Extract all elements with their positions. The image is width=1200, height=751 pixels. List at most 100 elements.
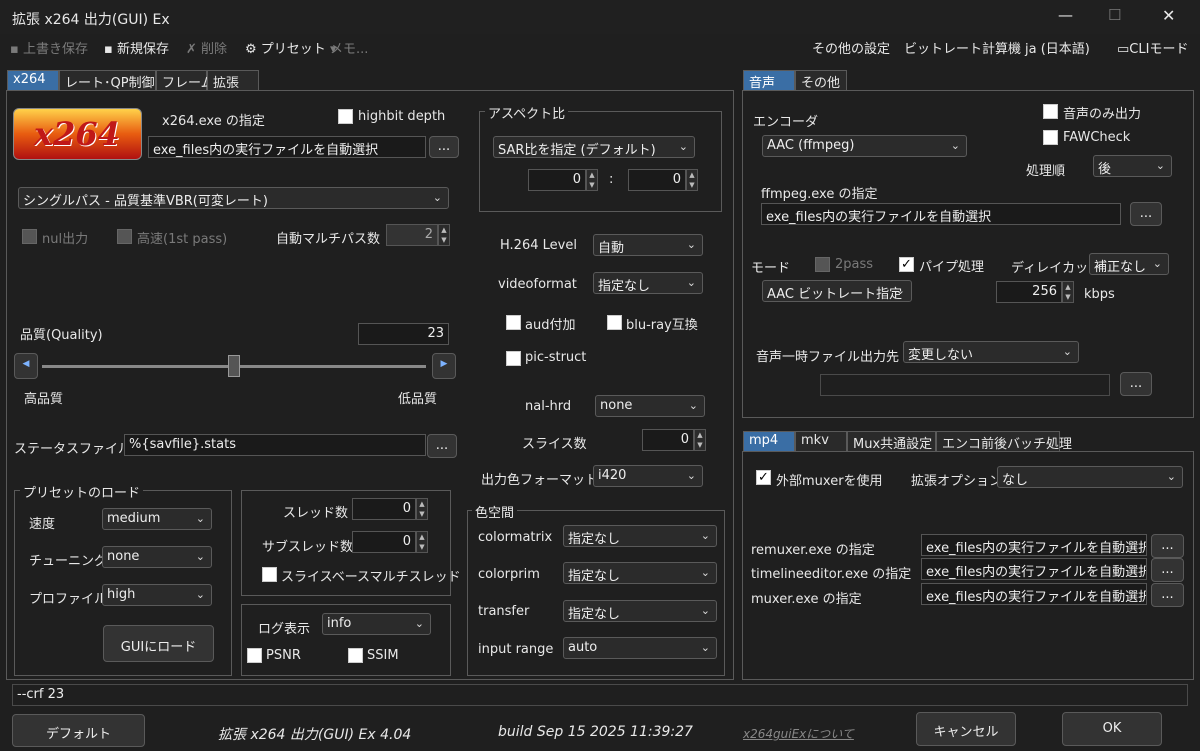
- colormatrix-select[interactable]: 指定なし ⌄: [563, 525, 717, 547]
- psnr-checkbox[interactable]: [247, 648, 262, 663]
- remuxer-input[interactable]: exe_files内の実行ファイルを自動選択: [921, 534, 1147, 556]
- aac-mode-select[interactable]: AAC ビットレート指定 ⌄: [762, 280, 912, 302]
- nal-hrd-select[interactable]: none ⌄: [595, 395, 705, 417]
- other-settings-button[interactable]: その他の設定: [812, 38, 890, 57]
- x264-exe-input[interactable]: exe_files内の実行ファイルを自動選択: [148, 136, 426, 158]
- x264-browse-button[interactable]: ...: [429, 136, 459, 158]
- fast-first-pass-checkbox[interactable]: [117, 229, 132, 244]
- highbit-depth-checkbox[interactable]: [338, 109, 353, 124]
- sar-y-spinner[interactable]: ▲ ▼: [686, 169, 698, 191]
- command-line-preview[interactable]: --crf 23: [12, 684, 1188, 706]
- preset-button[interactable]: ⚙ プリセット ▾: [245, 38, 336, 57]
- minimize-icon[interactable]: —: [1058, 6, 1073, 24]
- cli-mode-button[interactable]: ▭CLIモード: [1117, 38, 1188, 57]
- encode-mode-select[interactable]: シングルパス - 品質基準VBR(可変レート) ⌄: [18, 187, 449, 209]
- pipe-checkbox[interactable]: ✓: [899, 257, 914, 272]
- timeline-input[interactable]: exe_files内の実行ファイルを自動選択: [921, 558, 1147, 580]
- ffmpeg-input[interactable]: exe_files内の実行ファイルを自動選択: [761, 203, 1121, 225]
- load-gui-button[interactable]: GUIにロード: [103, 625, 214, 662]
- muxer-input[interactable]: exe_files内の実行ファイルを自動選択: [921, 583, 1147, 605]
- bitrate-spinner[interactable]: ▲ ▼: [1062, 281, 1074, 303]
- slice-threads-checkbox[interactable]: [262, 567, 277, 582]
- encoder-select[interactable]: AAC (ffmpeg) ⌄: [762, 135, 967, 157]
- level-select[interactable]: 自動 ⌄: [593, 234, 703, 256]
- tab-batch[interactable]: エンコ前後バッチ処理: [936, 431, 1072, 452]
- transfer-select[interactable]: 指定なし ⌄: [563, 600, 717, 622]
- bitrate-calc-button[interactable]: ビットレート計算機: [904, 38, 1021, 57]
- status-file-browse-button[interactable]: ...: [427, 434, 457, 458]
- pic-struct-checkbox[interactable]: [506, 351, 521, 366]
- ok-button[interactable]: OK: [1062, 712, 1162, 746]
- close-icon[interactable]: ✕: [1162, 6, 1175, 25]
- temp-path-input[interactable]: [820, 374, 1110, 396]
- temp-output-select[interactable]: 変更しない ⌄: [903, 341, 1079, 363]
- external-muxer-checkbox[interactable]: ✓: [756, 470, 771, 485]
- auto-multipass-spinner[interactable]: ▲ ▼: [438, 224, 450, 246]
- tab-audio[interactable]: 音声: [743, 70, 795, 91]
- cancel-button[interactable]: キャンセル: [916, 712, 1016, 746]
- tuning-select[interactable]: none ⌄: [102, 546, 212, 568]
- overwrite-save-button[interactable]: ▪ 上書き保存: [10, 38, 88, 57]
- about-link[interactable]: x264guiExについて: [743, 725, 854, 742]
- profile-select[interactable]: high ⌄: [102, 584, 212, 606]
- quality-input[interactable]: 23: [358, 323, 449, 345]
- tab-other[interactable]: その他: [795, 70, 847, 91]
- subthreads-spinner[interactable]: ▲ ▼: [416, 531, 428, 553]
- sar-x-spinner[interactable]: ▲ ▼: [586, 169, 598, 191]
- aud-checkbox[interactable]: [506, 315, 521, 330]
- order-select[interactable]: 後 ⌄: [1093, 155, 1172, 177]
- chevron-down-icon: ⌄: [1155, 159, 1165, 172]
- log-select[interactable]: info ⌄: [322, 613, 431, 635]
- tab-mp4[interactable]: mp4: [743, 431, 795, 452]
- tab-rate-qp[interactable]: レート･QP制御: [59, 70, 156, 91]
- language-button[interactable]: ja (日本語): [1025, 38, 1090, 57]
- subthreads-input[interactable]: 0: [352, 531, 416, 553]
- audio-only-checkbox[interactable]: [1043, 104, 1058, 119]
- chevron-down-icon: ⌄: [686, 276, 696, 289]
- colorprim-select[interactable]: 指定なし ⌄: [563, 562, 717, 584]
- memo-button[interactable]: メモ...: [330, 38, 368, 57]
- ext-option-select[interactable]: なし ⌄: [997, 466, 1183, 488]
- new-save-button[interactable]: ▪ 新規保存: [104, 38, 169, 57]
- sar-x-input[interactable]: 0: [528, 169, 586, 191]
- sar-y-input[interactable]: 0: [628, 169, 686, 191]
- speed-select[interactable]: medium ⌄: [102, 508, 212, 530]
- temp-path-browse-button[interactable]: ...: [1120, 372, 1152, 396]
- bitrate-input[interactable]: 256: [996, 281, 1062, 303]
- nul-output-checkbox[interactable]: [22, 229, 37, 244]
- fawcheck-checkbox[interactable]: [1043, 130, 1058, 145]
- twopass-checkbox[interactable]: [815, 257, 830, 272]
- sar-mode-select[interactable]: SAR比を指定 (デフォルト) ⌄: [493, 136, 695, 158]
- ffmpeg-browse-button[interactable]: ...: [1130, 202, 1162, 226]
- tab-mux-common[interactable]: Mux共通設定: [847, 431, 936, 452]
- ssim-checkbox[interactable]: [348, 648, 363, 663]
- tab-mkv[interactable]: mkv: [795, 431, 847, 452]
- terminal-icon: ▭: [1117, 42, 1130, 57]
- slices-input[interactable]: 0: [642, 429, 694, 451]
- title-bar: 拡張 x264 出力(GUI) Ex — ☐ ✕: [0, 0, 1200, 34]
- default-button[interactable]: デフォルト: [12, 714, 145, 747]
- auto-multipass-input[interactable]: 2: [386, 224, 438, 246]
- videoformat-select[interactable]: 指定なし ⌄: [593, 272, 703, 294]
- input-range-select[interactable]: auto ⌄: [563, 637, 717, 659]
- bluray-checkbox[interactable]: [607, 315, 622, 330]
- output-color-label: 出力色フォーマット: [481, 473, 599, 488]
- muxer-browse-button[interactable]: ...: [1151, 583, 1184, 607]
- threads-spinner[interactable]: ▲ ▼: [416, 498, 428, 520]
- maximize-icon[interactable]: ☐: [1108, 6, 1121, 24]
- tab-x264[interactable]: x264: [7, 70, 59, 91]
- slices-spinner[interactable]: ▲ ▼: [694, 429, 706, 451]
- tab-extension[interactable]: 拡張: [207, 70, 259, 91]
- delete-button[interactable]: ✗ 削除: [186, 38, 227, 57]
- delay-cut-select[interactable]: 補正なし ⌄: [1089, 253, 1169, 275]
- remuxer-browse-button[interactable]: ...: [1151, 534, 1184, 558]
- slider-left-button[interactable]: ◀: [14, 353, 38, 379]
- status-file-input[interactable]: %{savfile}.stats: [124, 434, 426, 456]
- threads-input[interactable]: 0: [352, 498, 416, 520]
- output-color-select[interactable]: i420 ⌄: [593, 465, 703, 487]
- slider-right-button[interactable]: ▶: [432, 353, 456, 379]
- chevron-down-icon: ⌄: [195, 512, 205, 525]
- timeline-browse-button[interactable]: ...: [1151, 558, 1184, 582]
- tab-frame[interactable]: フレーム: [156, 70, 214, 91]
- quality-slider-thumb[interactable]: [228, 355, 240, 377]
